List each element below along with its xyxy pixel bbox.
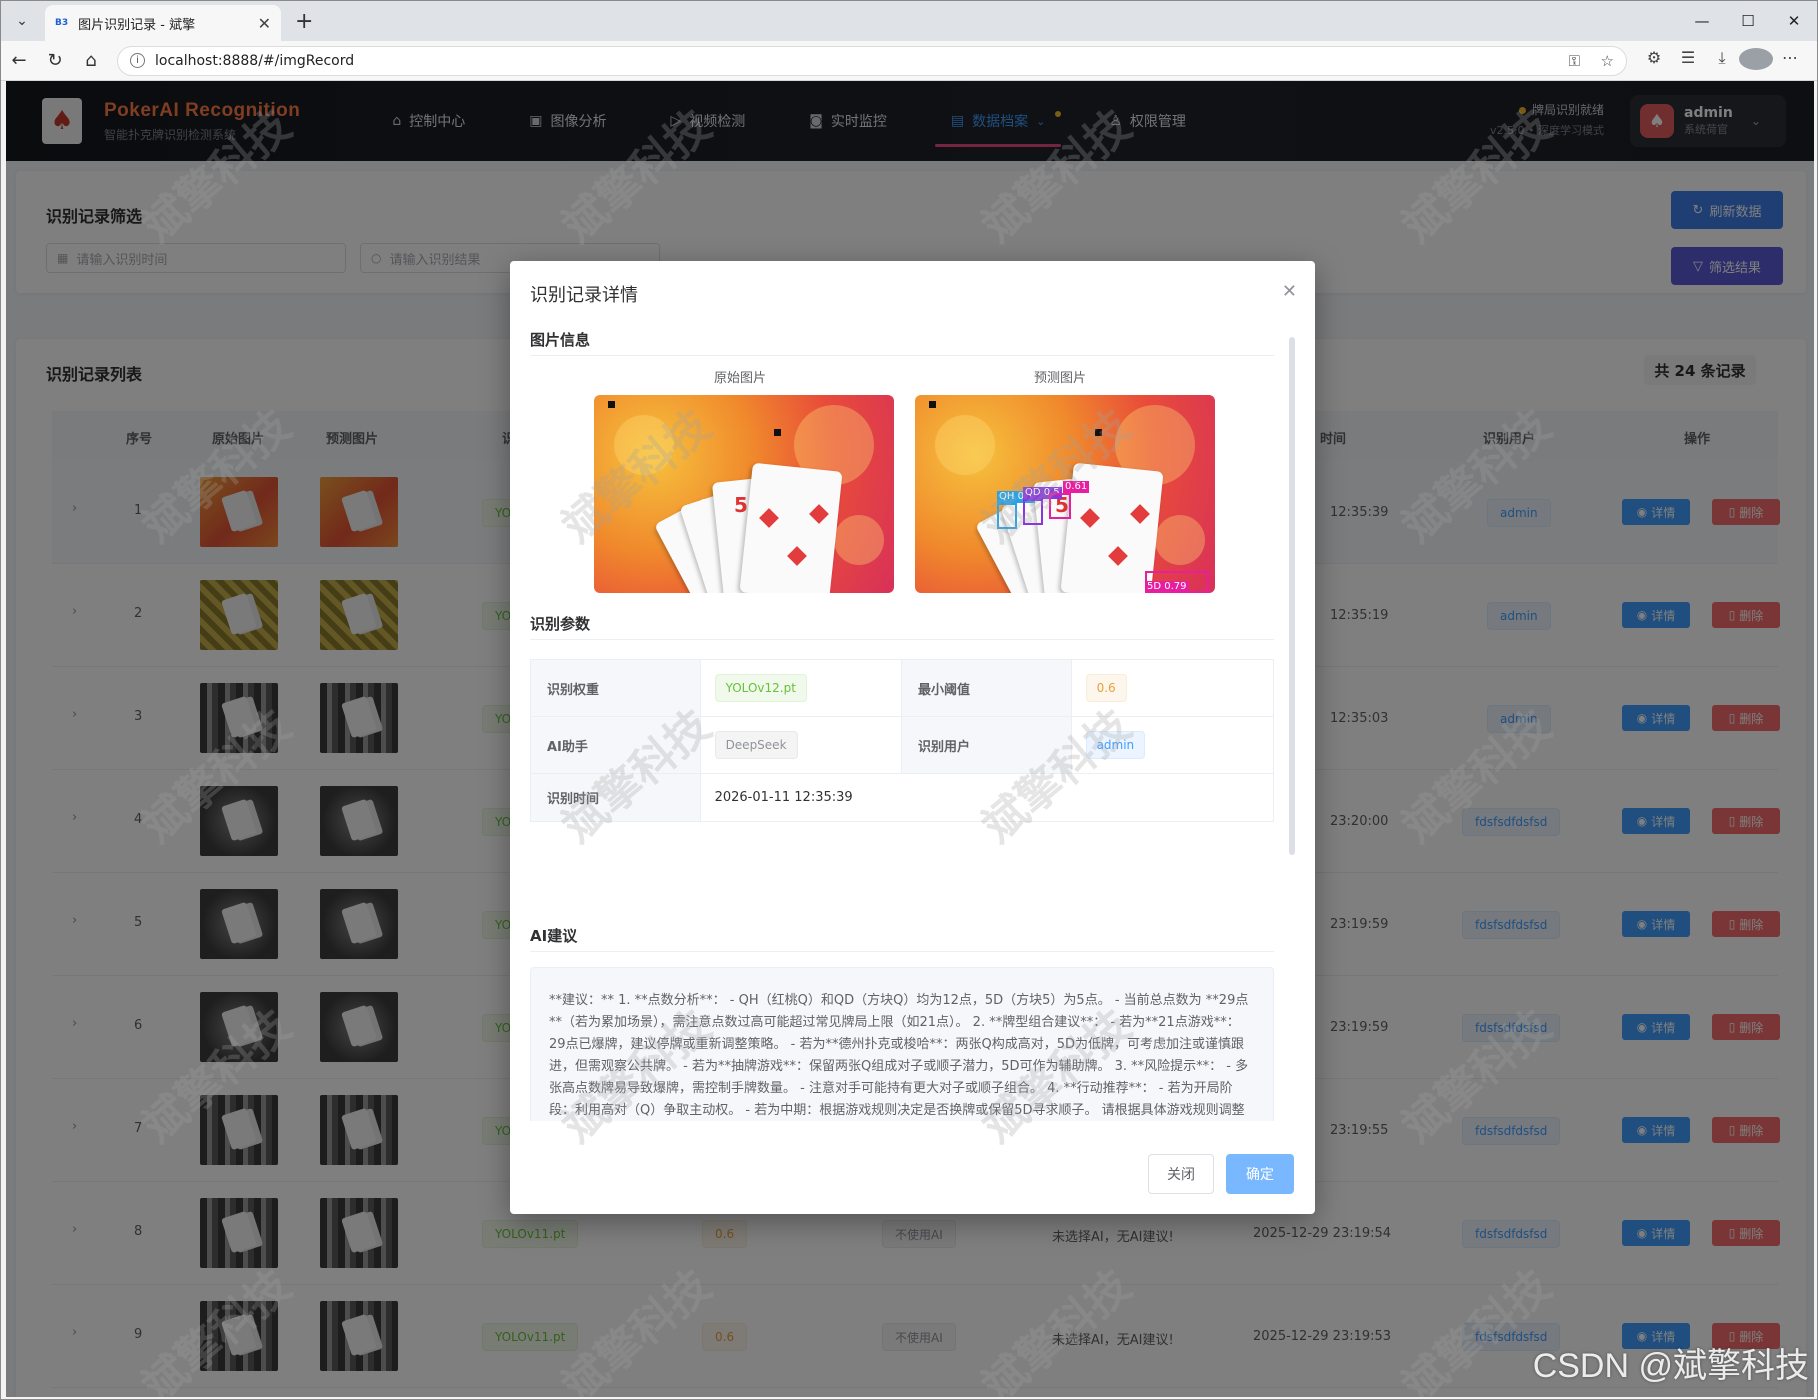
- predicted-image[interactable]: 5 QH 0.5 QD 0.5 0.61 5D 0.79: [915, 395, 1215, 593]
- time-value: 2026-01-11 12:35:39: [714, 790, 853, 805]
- key-icon[interactable]: ⚿: [1569, 52, 1580, 70]
- browser-window: ⌄ B3 图片识别记录 - 斌擎 ✕ + — ☐ ✕ ← ↻ ⌂ i local…: [0, 0, 1818, 1400]
- original-caption: 原始图片: [714, 371, 767, 386]
- ai-advice-text: **建议：** 1. **点数分析**： - QH（红桃Q）和QD（方块Q）均为…: [530, 967, 1274, 1121]
- star-icon[interactable]: ☆: [1601, 52, 1614, 70]
- params-table: 识别权重 YOLOv12.pt 最小阈值 0.6 AI助手 DeepSeek 识…: [530, 659, 1274, 822]
- confirm-button[interactable]: 确定: [1226, 1154, 1294, 1194]
- url-text: localhost:8888/#/imgRecord: [155, 52, 355, 69]
- bbox-label: 5D 0.79: [1145, 581, 1189, 593]
- reload-icon[interactable]: ↻: [37, 50, 73, 71]
- divider: [530, 639, 1274, 640]
- user-label: 识别用户: [902, 717, 1072, 773]
- tab-bar: ⌄ B3 图片识别记录 - 斌擎 ✕ + — ☐ ✕: [1, 1, 1817, 41]
- maximize-icon[interactable]: ☐: [1725, 1, 1771, 41]
- conf-tag: 0.6: [1085, 674, 1127, 702]
- more-icon[interactable]: ⋯: [1773, 48, 1807, 74]
- browser-tab[interactable]: B3 图片识别记录 - 斌擎 ✕: [45, 5, 281, 41]
- conf-label: 最小阈值: [902, 660, 1072, 716]
- tab-list-button[interactable]: ⌄: [7, 7, 37, 35]
- record-detail-dialog: 识别记录详情 ✕ 图片信息 原始图片 预测图片 5 5 QH 0.5 QD 0.…: [510, 261, 1315, 1214]
- close-icon[interactable]: ✕: [1282, 281, 1297, 302]
- window-controls: — ☐ ✕: [1679, 1, 1817, 41]
- close-button[interactable]: 关闭: [1148, 1154, 1214, 1194]
- dialog-body: 图片信息 原始图片 预测图片 5 5 QH 0.5 QD 0.5 0.61 5D…: [530, 321, 1280, 1121]
- profile-avatar[interactable]: [1739, 47, 1773, 74]
- minimize-icon[interactable]: —: [1679, 1, 1725, 41]
- divider: [530, 951, 1274, 952]
- weight-tag: YOLOv12.pt: [714, 674, 807, 702]
- extensions-icon[interactable]: ⚙: [1637, 48, 1671, 74]
- original-image[interactable]: 5: [594, 395, 894, 593]
- address-toolbar: ← ↻ ⌂ i localhost:8888/#/imgRecord ⚿ ☆ ⚙…: [1, 41, 1817, 81]
- bbox-label: 0.61: [1063, 481, 1090, 493]
- back-icon[interactable]: ←: [1, 50, 37, 71]
- bbox-5d-top: [1049, 493, 1071, 519]
- user-tag: admin: [1085, 731, 1146, 759]
- close-icon[interactable]: ✕: [1771, 1, 1817, 41]
- ai-label: AI助手: [531, 717, 701, 773]
- csdn-watermark: CSDN @斌擎科技: [1532, 1347, 1809, 1385]
- favicon-icon: B3: [55, 18, 69, 28]
- home-icon[interactable]: ⌂: [73, 50, 109, 71]
- divider: [530, 355, 1274, 356]
- tab-close-icon[interactable]: ✕: [258, 14, 271, 33]
- section-ai-title: AI建议: [530, 927, 578, 945]
- ai-tag: DeepSeek: [714, 731, 798, 759]
- dialog-scrollbar[interactable]: [1289, 337, 1295, 855]
- bbox-qh: [997, 503, 1017, 529]
- section-params-title: 识别参数: [530, 615, 591, 633]
- new-tab-button[interactable]: +: [295, 9, 313, 34]
- site-info-icon[interactable]: i: [130, 53, 145, 68]
- tab-title: 图片识别记录 - 斌擎: [78, 17, 196, 33]
- section-image-title: 图片信息: [530, 331, 591, 349]
- download-icon[interactable]: ⤓: [1705, 48, 1739, 74]
- predicted-caption: 预测图片: [1034, 371, 1087, 386]
- url-bar[interactable]: i localhost:8888/#/imgRecord ⚿ ☆: [117, 45, 1627, 76]
- app-viewport: ♠ PokerAI Recognition 智能扑克牌识别检测系统 ⌂控制中心 …: [6, 81, 1814, 1397]
- dialog-title: 识别记录详情: [530, 285, 638, 306]
- bbox-qd: [1023, 499, 1043, 525]
- time-label: 识别时间: [531, 774, 701, 821]
- favorites-icon[interactable]: ☰: [1671, 48, 1705, 74]
- weight-label: 识别权重: [531, 660, 701, 716]
